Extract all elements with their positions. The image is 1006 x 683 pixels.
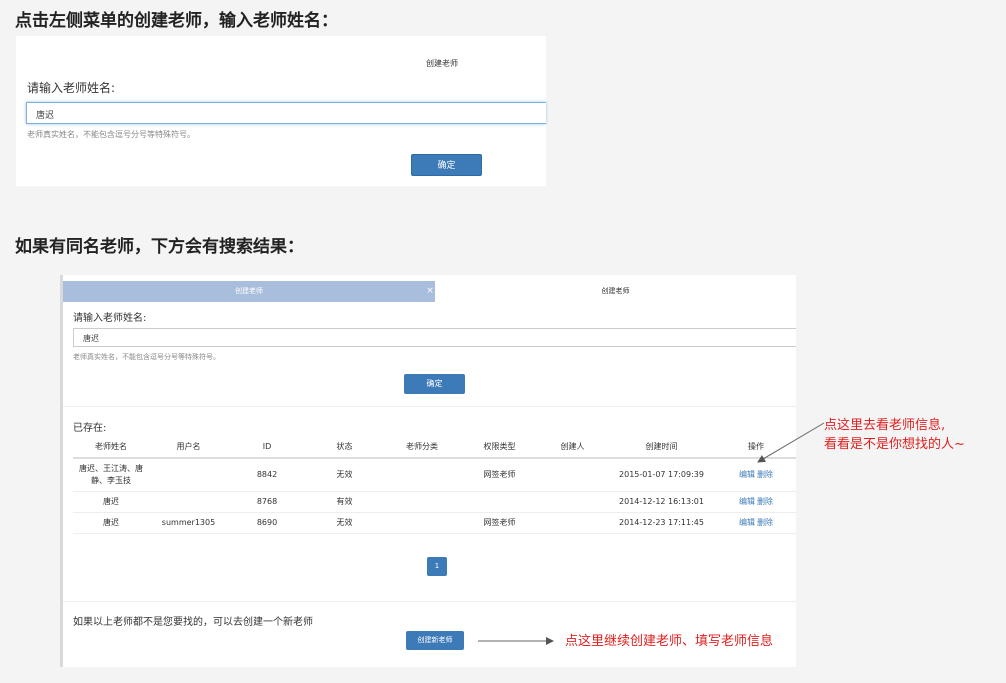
confirm-button[interactable]: 确定 [411,154,482,176]
column-header: 权限类型 [461,436,538,459]
create-new-note: 如果以上老师都不是您要找的，可以去创建一个新老师 [73,617,313,628]
edit-link[interactable]: 编辑 [739,470,755,479]
close-icon[interactable]: × [425,281,435,302]
cell-creator [538,491,607,513]
panel-title: 创建老师 [426,59,458,68]
cell-creator [538,512,607,534]
cell-category [383,458,461,492]
cell-created: 2014-12-12 16:13:01 [607,491,716,513]
cell-name: 唐迟 [73,512,149,534]
table-row: 唐迟 8768 有效 2014-12-12 16:13:01 编辑 删除 [73,491,796,513]
cell-username [149,491,228,513]
results-table: 老师姓名 用户名 ID 状态 老师分类 权限类型 创建人 创建时间 操作 唐迟、… [73,436,796,534]
column-header: 老师分类 [383,436,461,459]
cell-status: 无效 [306,512,383,534]
teacher-name-input[interactable]: 唐迟 [26,102,546,124]
cell-name-text: 唐迟、王江涛、唐静、李玉技 [79,463,143,485]
table-row: 唐迟、王江涛、唐静、李玉技 8842 无效 网签老师 2015-01-07 17… [73,458,796,492]
create-teacher-panel: 创建老师 请输入老师姓名: 唐迟 老师真实姓名，不能包含逗号分号等特殊符号。 确… [16,36,546,186]
divider [63,406,796,407]
annotation-view-teacher: 点这里去看老师信息, 看看是不是你想找的人~ [824,416,965,454]
cell-id: 8768 [228,491,306,513]
column-header: 老师姓名 [73,436,149,459]
column-header: 创建时间 [607,436,716,459]
delete-link[interactable]: 删除 [757,470,773,479]
confirm-button[interactable]: 确定 [404,374,465,394]
cell-actions: 编辑 删除 [716,512,796,534]
cell-username: summer1305 [149,512,228,534]
edit-link[interactable]: 编辑 [739,497,755,506]
existing-label: 已存在: [73,423,107,434]
annotation-line: 看看是不是你想找的人~ [824,437,965,452]
cell-status: 无效 [306,458,383,492]
cell-id: 8842 [228,458,306,492]
step2-heading: 如果有同名老师，下方会有搜索结果： [15,237,304,257]
cell-created: 2014-12-23 17:11:45 [607,512,716,534]
column-header: ID [228,436,306,459]
column-header: 用户名 [149,436,228,459]
column-header: 状态 [306,436,383,459]
annotation-create-new: 点这里继续创建老师、填写老师信息 [565,634,774,649]
annotation-line: 点这里去看老师信息, [824,418,946,433]
delete-link[interactable]: 删除 [757,497,773,506]
column-header: 操作 [716,436,796,459]
tab-bar: 创建老师 × 创建老师 [63,275,796,303]
cell-name: 唐迟、王江涛、唐静、李玉技 [73,458,149,492]
teacher-name-label: 请输入老师姓名: [73,313,147,324]
cell-perm [461,491,538,513]
cell-perm: 网签老师 [461,458,538,492]
cell-created: 2015-01-07 17:09:39 [607,458,716,492]
table-header-row: 老师姓名 用户名 ID 状态 老师分类 权限类型 创建人 创建时间 操作 [73,436,796,459]
pagination-page-1[interactable]: 1 [427,557,447,576]
tab-create-teacher[interactable]: 创建老师 [435,281,796,302]
teacher-name-help: 老师真实姓名，不能包含逗号分号等特殊符号。 [27,130,195,139]
cell-perm: 网签老师 [461,512,538,534]
teacher-name-help: 老师真实姓名，不能包含逗号分号等特殊符号。 [73,353,220,361]
cell-actions: 编辑 删除 [716,491,796,513]
column-header: 创建人 [538,436,607,459]
edit-link[interactable]: 编辑 [739,518,755,527]
cell-actions: 编辑 删除 [716,458,796,492]
cell-category [383,512,461,534]
divider [63,601,796,602]
teacher-name-input[interactable]: 唐迟 [73,328,796,347]
delete-link[interactable]: 删除 [757,518,773,527]
tab-create-teacher-active[interactable]: 创建老师 [63,281,435,302]
step1-heading: 点击左侧菜单的创建老师，输入老师姓名： [15,11,338,31]
cell-category [383,491,461,513]
cell-username [149,458,228,492]
create-new-teacher-button[interactable]: 创建新老师 [406,631,464,650]
teacher-name-label: 请输入老师姓名: [27,81,116,95]
table-row: 唐迟 summer1305 8690 无效 网签老师 2014-12-23 17… [73,512,796,534]
cell-id: 8690 [228,512,306,534]
cell-creator [538,458,607,492]
cell-name: 唐迟 [73,491,149,513]
search-results-panel: 创建老师 × 创建老师 请输入老师姓名: 唐迟 老师真实姓名，不能包含逗号分号等… [60,275,796,667]
cell-status: 有效 [306,491,383,513]
